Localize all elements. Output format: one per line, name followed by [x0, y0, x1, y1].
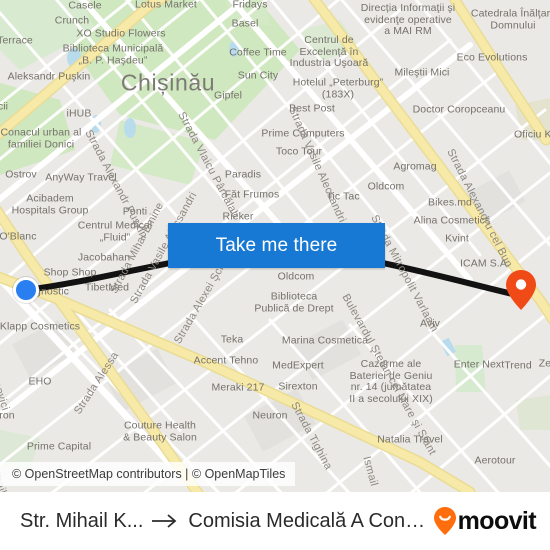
- arrow-right-icon: [152, 513, 179, 529]
- map-attribution[interactable]: © OpenStreetMap contributors | © OpenMap…: [0, 462, 296, 486]
- route-footer: Str. Mihail K... Comisia Medicală A Cond…: [0, 492, 550, 550]
- map-screen: Chișinău Casele Lotus Market Fridays Crunch…: [0, 0, 550, 550]
- take-me-there-label: Take me there: [215, 234, 338, 256]
- destination-pin-marker[interactable]: [506, 270, 536, 310]
- route-destination-name: Comisia Medicală A Conducătorilo...: [188, 509, 425, 532]
- map-pin-icon: [506, 270, 536, 310]
- moovit-logo[interactable]: moovit: [433, 506, 537, 536]
- origin-dot-marker[interactable]: [13, 277, 39, 303]
- route-origin-name: Str. Mihail K...: [20, 509, 144, 532]
- arrow-right-glyph: [152, 514, 177, 528]
- route-summary: Str. Mihail K... Comisia Medicală A Cond…: [20, 510, 426, 533]
- moovit-wordmark: moovit: [457, 506, 537, 535]
- attribution-text: © OpenStreetMap contributors | © OpenMap…: [12, 467, 286, 481]
- moovit-pin-icon: [433, 507, 456, 535]
- take-me-there-button[interactable]: Take me there: [168, 223, 385, 268]
